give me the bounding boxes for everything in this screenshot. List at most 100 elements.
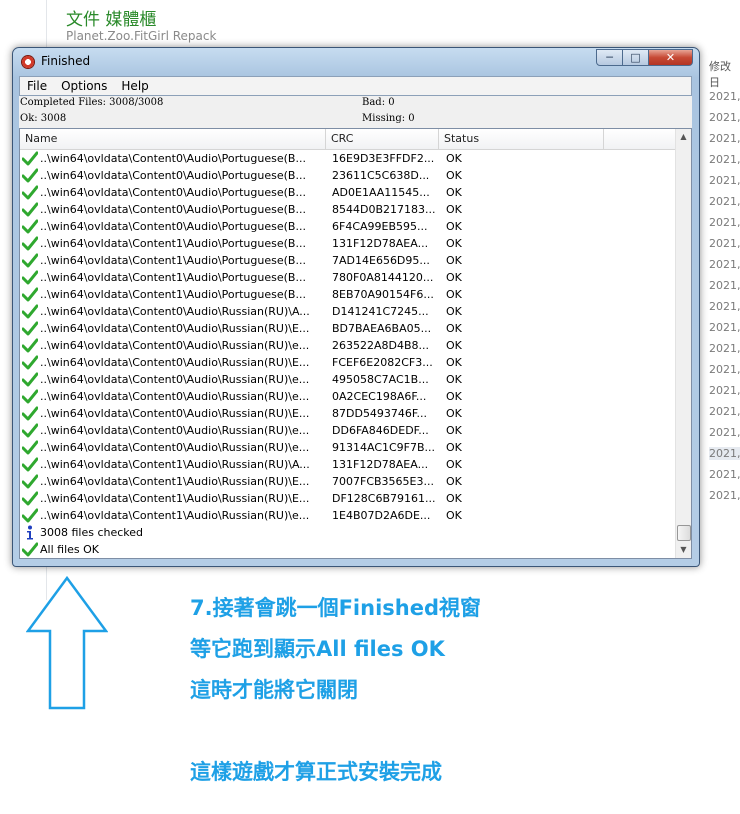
crc-cell: 87DD5493746F...	[332, 407, 427, 420]
check-icon	[22, 270, 38, 285]
file-check-list[interactable]: Name CRC Status ..\win64\ovldata\Content…	[19, 128, 692, 559]
table-row[interactable]: ..\win64\ovldata\Content1\Audio\Portugue…	[20, 286, 676, 303]
status-cell: OK	[446, 339, 462, 352]
modified-date-cell: 2021,	[709, 342, 740, 355]
finished-window: Finished ─ □ ✕ File Options Help Complet…	[12, 47, 700, 567]
file-name-cell: ..\win64\ovldata\Content0\Audio\Portugue…	[40, 152, 306, 165]
file-name-cell: ..\win64\ovldata\Content1\Audio\Russian(…	[40, 492, 310, 505]
menu-file[interactable]: File	[20, 79, 54, 93]
lifebuoy-app-icon	[21, 55, 35, 69]
crc-cell: DF128C6B79161...	[332, 492, 436, 505]
crc-cell: 7007FCB3565E3...	[332, 475, 434, 488]
status-cell: OK	[446, 237, 462, 250]
instruction-line-3: 這時才能將它關閉	[190, 678, 358, 702]
modified-date-cell: 2021,	[709, 111, 740, 124]
table-row[interactable]: ..\win64\ovldata\Content0\Audio\Russian(…	[20, 337, 676, 354]
table-row[interactable]: ..\win64\ovldata\Content0\Audio\Russian(…	[20, 439, 676, 456]
check-icon	[22, 185, 38, 200]
crc-cell: 131F12D78AEA...	[332, 237, 429, 250]
modified-date-cell: 2021,	[709, 216, 740, 229]
crc-cell: 6F4CA99EB595...	[332, 220, 428, 233]
list-column-headers: Name CRC Status	[20, 129, 676, 150]
column-header-crc[interactable]: CRC	[326, 129, 439, 149]
crc-cell: 263522A8D4B8...	[332, 339, 430, 352]
table-row[interactable]: ..\win64\ovldata\Content0\Audio\Russian(…	[20, 320, 676, 337]
table-row[interactable]: ..\win64\ovldata\Content1\Audio\Russian(…	[20, 507, 676, 524]
check-icon	[22, 389, 38, 404]
column-header-name[interactable]: Name	[20, 129, 326, 149]
file-name-cell: ..\win64\ovldata\Content0\Audio\Russian(…	[40, 390, 310, 403]
info-icon	[27, 525, 33, 540]
table-row[interactable]: ..\win64\ovldata\Content0\Audio\Portugue…	[20, 201, 676, 218]
crc-cell: 780F0A8144120...	[332, 271, 434, 284]
table-row[interactable]: ..\win64\ovldata\Content0\Audio\Russian(…	[20, 303, 676, 320]
crc-cell: 1E4B07D2A6DE...	[332, 509, 431, 522]
status-cell: OK	[446, 305, 462, 318]
table-row[interactable]: ..\win64\ovldata\Content0\Audio\Portugue…	[20, 167, 676, 184]
status-cell: OK	[446, 288, 462, 301]
table-row[interactable]: ..\win64\ovldata\Content1\Audio\Russian(…	[20, 473, 676, 490]
table-row[interactable]: ..\win64\ovldata\Content0\Audio\Portugue…	[20, 150, 676, 167]
modified-date-cell: 2021,	[709, 153, 740, 166]
status-cell: OK	[446, 186, 462, 199]
scroll-up-arrow-icon[interactable]: ▲	[676, 129, 691, 145]
crc-cell: 23611C5C638D...	[332, 169, 430, 182]
table-row[interactable]: ..\win64\ovldata\Content0\Audio\Russian(…	[20, 405, 676, 422]
file-name-cell: ..\win64\ovldata\Content0\Audio\Portugue…	[40, 203, 306, 216]
table-row[interactable]: ..\win64\ovldata\Content1\Audio\Russian(…	[20, 490, 676, 507]
menu-help[interactable]: Help	[114, 79, 155, 93]
table-row[interactable]: ..\win64\ovldata\Content0\Audio\Russian(…	[20, 371, 676, 388]
modified-date-column-header[interactable]: 修改日	[709, 58, 740, 90]
ok-count-text: Ok: 3008	[20, 113, 67, 124]
crc-cell: DD6FA846DEDF...	[332, 424, 429, 437]
file-name-cell: ..\win64\ovldata\Content1\Audio\Russian(…	[40, 475, 310, 488]
completed-files-text: Completed Files: 3008/3008	[20, 97, 164, 108]
modified-date-cell: 2021,	[709, 363, 740, 376]
scroll-thumb[interactable]	[677, 525, 691, 541]
summary-row[interactable]: All files OK	[20, 541, 676, 558]
status-cell: OK	[446, 220, 462, 233]
crc-cell: AD0E1AA11545...	[332, 186, 430, 199]
table-row[interactable]: ..\win64\ovldata\Content0\Audio\Portugue…	[20, 218, 676, 235]
file-name-cell: ..\win64\ovldata\Content0\Audio\Russian(…	[40, 407, 310, 420]
crc-cell: 7AD14E656D95...	[332, 254, 430, 267]
crc-cell: 16E9D3E3FFDF2...	[332, 152, 435, 165]
table-row[interactable]: ..\win64\ovldata\Content0\Audio\Russian(…	[20, 354, 676, 371]
summary-row[interactable]: 3008 files checked	[20, 524, 676, 541]
file-name-cell: ..\win64\ovldata\Content0\Audio\Russian(…	[40, 441, 310, 454]
crc-cell: D141241C7245...	[332, 305, 429, 318]
status-cell: OK	[446, 390, 462, 403]
check-icon	[22, 440, 38, 455]
file-name-cell: ..\win64\ovldata\Content1\Audio\Portugue…	[40, 237, 306, 250]
file-name-cell: ..\win64\ovldata\Content0\Audio\Russian(…	[40, 424, 310, 437]
menu-options[interactable]: Options	[54, 79, 114, 93]
table-row[interactable]: ..\win64\ovldata\Content0\Audio\Portugue…	[20, 184, 676, 201]
table-row[interactable]: ..\win64\ovldata\Content1\Audio\Russian(…	[20, 456, 676, 473]
table-row[interactable]: ..\win64\ovldata\Content1\Audio\Portugue…	[20, 235, 676, 252]
file-name-cell: ..\win64\ovldata\Content1\Audio\Portugue…	[40, 254, 306, 267]
table-row[interactable]: ..\win64\ovldata\Content1\Audio\Portugue…	[20, 269, 676, 286]
status-cell: OK	[446, 458, 462, 471]
check-icon	[22, 236, 38, 251]
file-name-cell: ..\win64\ovldata\Content0\Audio\Russian(…	[40, 339, 310, 352]
check-icon	[22, 338, 38, 353]
column-header-status[interactable]: Status	[439, 129, 604, 149]
minimize-button[interactable]: ─	[596, 49, 623, 66]
vertical-scrollbar[interactable]: ▲ ▼	[675, 129, 691, 558]
table-row[interactable]: ..\win64\ovldata\Content1\Audio\Portugue…	[20, 252, 676, 269]
status-cell: OK	[446, 322, 462, 335]
close-button[interactable]: ✕	[649, 49, 693, 66]
modified-date-cell: 2021,	[709, 489, 740, 502]
table-row[interactable]: ..\win64\ovldata\Content0\Audio\Russian(…	[20, 422, 676, 439]
scroll-down-arrow-icon[interactable]: ▼	[676, 542, 691, 558]
status-cell: OK	[446, 271, 462, 284]
status-cell: OK	[446, 356, 462, 369]
window-titlebar[interactable]: Finished ─ □ ✕	[13, 48, 699, 76]
menu-bar: File Options Help	[19, 76, 692, 96]
table-row[interactable]: ..\win64\ovldata\Content0\Audio\Russian(…	[20, 388, 676, 405]
maximize-button[interactable]: □	[623, 49, 649, 66]
file-name-cell: ..\win64\ovldata\Content1\Audio\Portugue…	[40, 271, 306, 284]
file-name-cell: ..\win64\ovldata\Content0\Audio\Portugue…	[40, 186, 306, 199]
file-name-cell: ..\win64\ovldata\Content0\Audio\Russian(…	[40, 322, 310, 335]
status-summary: Completed Files: 3008/3008 Bad: 0 Ok: 30…	[19, 96, 692, 128]
